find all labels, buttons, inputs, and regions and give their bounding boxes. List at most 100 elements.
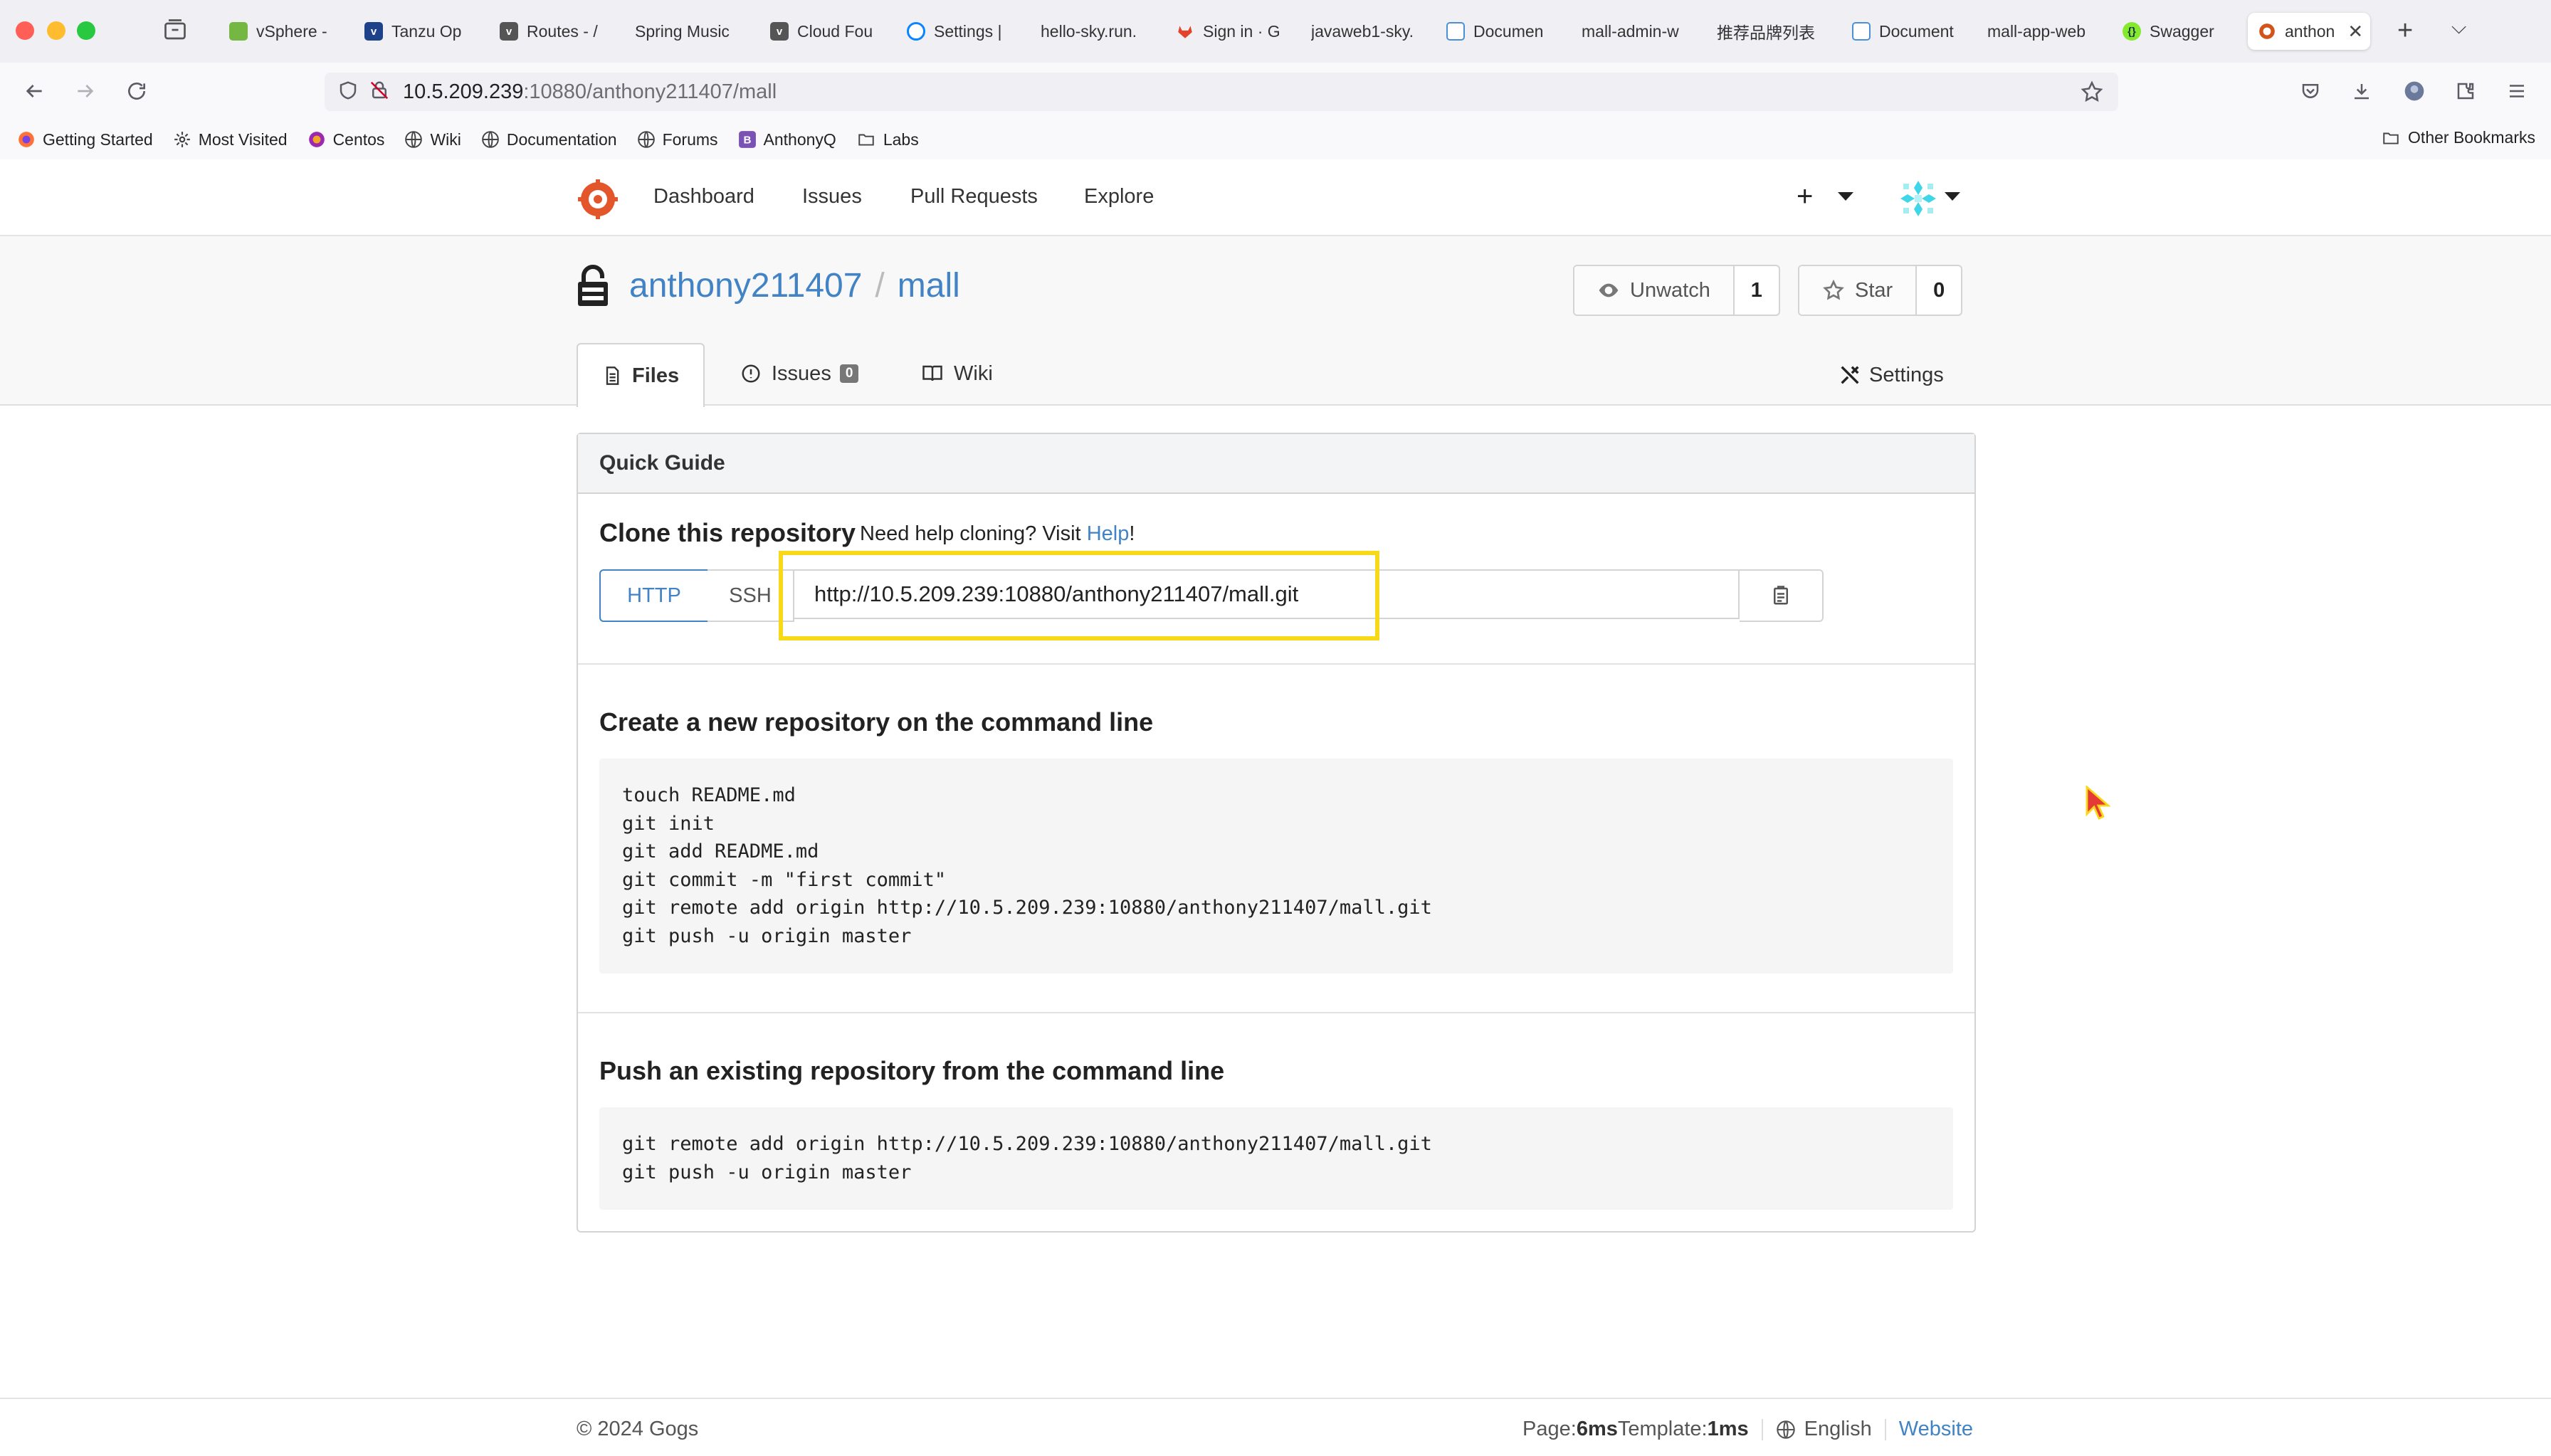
bookmark-label: Forums <box>662 130 718 149</box>
unwatch-button[interactable]: Unwatch <box>1574 266 1735 315</box>
centos-icon <box>308 132 325 147</box>
tab-issues[interactable]: Issues 0 <box>740 343 859 404</box>
browser-tab[interactable]: hello-sky.run. <box>1041 13 1147 50</box>
repo-separator: / <box>875 267 885 305</box>
vmware-icon: v <box>770 22 789 41</box>
address-bar[interactable]: 10.5.209.239:10880/anthony211407/mall <box>325 73 2118 111</box>
browser-tab[interactable]: Sign in · G <box>1176 13 1283 50</box>
browser-tab[interactable]: Spring Music <box>635 13 742 50</box>
tab-wiki[interactable]: Wiki <box>921 343 993 404</box>
close-tab-icon[interactable]: ✕ <box>2347 21 2363 43</box>
forward-icon[interactable] <box>68 74 102 108</box>
browser-tab[interactable]: Documen <box>1446 13 1553 50</box>
browser-tab-active[interactable]: anthon ✕ <box>2248 13 2370 50</box>
new-repo-title: Create a new repository on the command l… <box>599 707 1154 737</box>
tab-label: mall-app-web <box>1987 21 2086 41</box>
tab-settings-label: Settings <box>1869 363 1944 386</box>
reload-icon[interactable] <box>120 74 154 108</box>
nav-explore[interactable]: Explore <box>1084 185 1154 209</box>
downloads-icon[interactable] <box>2345 74 2379 108</box>
vsphere-icon <box>229 22 248 41</box>
watch-count[interactable]: 1 <box>1735 266 1779 315</box>
avatar[interactable] <box>1898 178 1939 219</box>
back-icon[interactable] <box>17 74 51 108</box>
star-count[interactable]: 0 <box>1917 266 1961 315</box>
bookmark-label: Wiki <box>430 130 461 149</box>
star-button[interactable]: Star <box>1799 266 1918 315</box>
repo-name-link[interactable]: mall <box>898 267 960 305</box>
tab-label: hello-sky.run. <box>1041 21 1137 41</box>
browser-tab[interactable]: 推荐品牌列表 <box>1717 13 1824 50</box>
copy-url-button[interactable] <box>1740 569 1824 622</box>
gogs-icon <box>2258 22 2276 41</box>
new-tab-icon[interactable]: + <box>2397 16 2413 46</box>
tab-files-label: Files <box>632 364 680 387</box>
language-selector[interactable]: English <box>1804 1418 1872 1441</box>
bookmark-labs[interactable]: Labs <box>856 130 919 149</box>
browser-tab[interactable]: v Routes - / <box>500 13 606 50</box>
repo-owner-link[interactable]: anthony211407 <box>629 267 862 305</box>
nav-pull-requests[interactable]: Pull Requests <box>910 185 1038 209</box>
watch-button-group: Unwatch 1 <box>1573 265 1780 316</box>
bookmark-anthonyq[interactable]: B AnthonyQ <box>738 130 836 149</box>
bookmark-star-icon[interactable] <box>2080 80 2104 107</box>
browser-tab[interactable]: Document <box>1852 13 1959 50</box>
tab-label: anthon <box>2285 21 2335 41</box>
pocket-icon[interactable] <box>2293 74 2328 108</box>
tab-issues-label: Issues <box>772 362 831 385</box>
bookmark-label: Getting Started <box>43 130 153 149</box>
bookmark-label: Documentation <box>506 130 617 149</box>
bookmark-label: Centos <box>332 130 385 149</box>
account-icon[interactable] <box>2397 74 2431 108</box>
tab-label: Document <box>1879 21 1954 41</box>
bookmark-forums[interactable]: Forums <box>637 130 718 149</box>
help-link[interactable]: Help <box>1087 522 1130 545</box>
nav-dashboard[interactable]: Dashboard <box>653 185 754 209</box>
tab-wiki-label: Wiki <box>954 362 993 385</box>
fullscreen-window-button[interactable] <box>77 21 95 40</box>
http-button[interactable]: HTTP <box>599 569 709 622</box>
nav-issues[interactable]: Issues <box>802 185 862 209</box>
create-new-icon[interactable]: + <box>1797 181 1813 213</box>
menu-icon[interactable] <box>2500 74 2534 108</box>
browser-tab[interactable]: javaweb1-sky. <box>1311 13 1418 50</box>
book-icon <box>922 365 942 381</box>
list-tabs-icon[interactable]: ⌵ <box>2451 16 2466 39</box>
clone-title: Clone this repository <box>599 518 856 547</box>
issue-icon <box>742 364 760 383</box>
eye-icon <box>1599 283 1619 297</box>
chevron-down-icon[interactable] <box>1838 192 1853 201</box>
document-icon <box>1852 22 1871 41</box>
browser-tab[interactable]: v Tanzu Op <box>364 13 471 50</box>
bookmark-documentation[interactable]: Documentation <box>481 130 617 149</box>
code-line: git push -u origin master <box>622 1161 912 1183</box>
globe-icon <box>637 131 655 148</box>
bookmark-centos[interactable]: Centos <box>307 130 385 149</box>
gogs-logo-icon[interactable] <box>578 179 618 219</box>
tab-label: vSphere - <box>256 21 327 41</box>
bookmark-getting-started[interactable]: Getting Started <box>17 130 153 149</box>
minimize-window-button[interactable] <box>47 21 65 40</box>
browser-tab[interactable]: mall-app-web <box>1987 13 2094 50</box>
browser-tab[interactable]: {} Swagger <box>2123 13 2229 50</box>
page-time-label: Page: <box>1522 1418 1577 1440</box>
insecure-lock-icon[interactable] <box>369 80 390 105</box>
close-window-button[interactable] <box>16 21 34 40</box>
extensions-icon[interactable] <box>2449 74 2483 108</box>
bookmark-most-visited[interactable]: Most Visited <box>173 130 288 149</box>
shield-icon[interactable] <box>337 80 359 105</box>
clone-url-highlight <box>779 551 1379 640</box>
bookmark-wiki[interactable]: Wiki <box>404 130 461 149</box>
chevron-down-icon[interactable] <box>1945 192 1960 201</box>
browser-tab[interactable]: v Cloud Fou <box>770 13 877 50</box>
code-line: touch README.md <box>622 784 796 806</box>
browser-tab[interactable]: vSphere - <box>229 13 336 50</box>
tab-overview-icon[interactable] <box>162 17 194 46</box>
browser-tab[interactable]: mall-admin-w <box>1582 13 1688 50</box>
browser-tab[interactable]: Settings | <box>907 13 1014 50</box>
tab-label: javaweb1-sky. <box>1311 21 1414 41</box>
other-bookmarks[interactable]: Other Bookmarks <box>2381 128 2535 147</box>
website-link[interactable]: Website <box>1899 1418 1973 1441</box>
tab-files[interactable]: Files <box>577 343 705 407</box>
tab-settings[interactable]: Settings <box>1838 363 1944 387</box>
